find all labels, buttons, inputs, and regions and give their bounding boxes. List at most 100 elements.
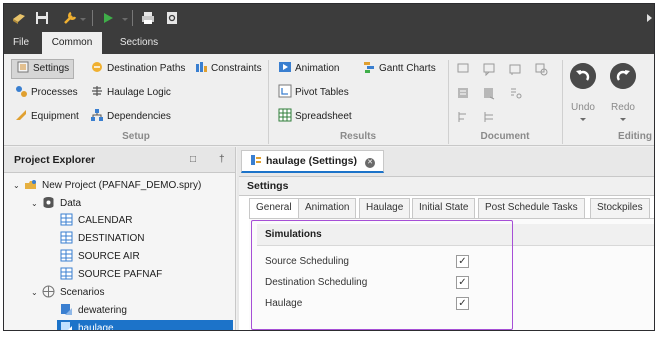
tab-file[interactable]: File bbox=[4, 32, 38, 54]
equipment-button[interactable]: Equipment bbox=[14, 108, 79, 126]
chevron-down-icon[interactable]: ⌄ bbox=[31, 200, 39, 208]
undo-label[interactable]: Undo bbox=[563, 102, 603, 113]
pin-panel-icon[interactable]: † bbox=[219, 154, 225, 165]
scenario-icon bbox=[61, 304, 72, 315]
undo-dropdown-icon[interactable] bbox=[580, 118, 586, 121]
general-pane: Simulations Source Scheduling ✓ Destinat… bbox=[249, 218, 654, 330]
simulations-header: Simulations bbox=[257, 224, 654, 246]
export-icon[interactable] bbox=[534, 62, 548, 76]
document-group-label: Document bbox=[480, 131, 530, 142]
quick-access-toolbar bbox=[4, 4, 654, 32]
source-scheduling-checkbox[interactable]: ✓ bbox=[456, 255, 469, 268]
tab-post-schedule-tasks[interactable]: Post Schedule Tasks bbox=[478, 198, 585, 218]
preview-icon[interactable] bbox=[164, 10, 180, 26]
customize-dropdown-icon[interactable] bbox=[80, 18, 86, 21]
undo-icon[interactable] bbox=[570, 63, 596, 89]
pivot-tables-button[interactable]: Pivot Tables bbox=[278, 84, 349, 102]
redo-icon[interactable] bbox=[610, 63, 636, 89]
tab-general[interactable]: General bbox=[249, 198, 299, 219]
tree-item-destination[interactable]: DESTINATION bbox=[60, 230, 144, 247]
haulage-logic-icon bbox=[92, 86, 102, 96]
spreadsheet-icon bbox=[278, 108, 292, 122]
gantt-charts-label: Gantt Charts bbox=[379, 63, 436, 74]
save-icon[interactable] bbox=[34, 10, 50, 26]
destination-scheduling-checkbox[interactable]: ✓ bbox=[456, 276, 469, 289]
toolbar-separator bbox=[132, 10, 133, 26]
document-tab[interactable]: haulage (Settings) ✕ bbox=[241, 150, 385, 173]
settings-section-title: Settings bbox=[239, 176, 654, 196]
tab-common[interactable]: Common bbox=[42, 32, 102, 54]
redo-dropdown-icon[interactable] bbox=[620, 118, 626, 121]
indent-icon[interactable] bbox=[482, 110, 496, 124]
application-window: File Common Sections Settings Processes … bbox=[3, 3, 655, 331]
database-icon bbox=[43, 197, 54, 208]
wrench-icon[interactable] bbox=[62, 10, 78, 26]
destination-paths-label: Destination Paths bbox=[107, 63, 186, 74]
constraints-icon bbox=[196, 62, 207, 72]
redo-label[interactable]: Redo bbox=[603, 102, 643, 113]
settings-body: General Animation Haulage Initial State … bbox=[239, 196, 654, 330]
destination-paths-button[interactable]: Destination Paths bbox=[90, 60, 185, 78]
tab-animation[interactable]: Animation bbox=[298, 198, 357, 218]
spreadsheet-label: Spreadsheet bbox=[295, 111, 352, 122]
tree-item-scenarios[interactable]: Scenarios bbox=[42, 284, 104, 301]
page-icon[interactable] bbox=[456, 62, 470, 76]
project-label: New Project (PAFNAF_DEMO.spry) bbox=[42, 180, 202, 191]
spreadsheet-button[interactable]: Spreadsheet bbox=[278, 108, 352, 126]
dependencies-icon bbox=[91, 109, 103, 121]
tree-item-source-pafnaf[interactable]: SOURCE PAFNAF bbox=[60, 266, 162, 283]
settings-document-icon bbox=[251, 155, 261, 165]
tab-stockpiles[interactable]: Stockpiles bbox=[590, 198, 650, 218]
project-explorer-panel: Project Explorer □ † ⌄ New Project (PAFN… bbox=[4, 147, 236, 330]
scenario-item-label: dewatering bbox=[78, 305, 127, 316]
constraints-label: Constraints bbox=[211, 63, 262, 74]
play-icon[interactable] bbox=[100, 10, 116, 26]
dependencies-button[interactable]: Dependencies bbox=[90, 108, 171, 126]
comment-icon[interactable] bbox=[482, 62, 496, 76]
settings-button[interactable]: Settings bbox=[11, 59, 75, 79]
close-icon[interactable]: ✕ bbox=[365, 158, 376, 168]
scenarios-label: Scenarios bbox=[60, 287, 105, 298]
source-scheduling-label: Source Scheduling bbox=[265, 256, 349, 267]
haulage-logic-label: Haulage Logic bbox=[107, 87, 171, 98]
equipment-icon bbox=[16, 110, 26, 120]
chevron-down-icon[interactable]: ⌄ bbox=[13, 182, 21, 190]
data-item-label: DESTINATION bbox=[78, 233, 145, 244]
notes-icon[interactable] bbox=[482, 86, 496, 100]
list-icon[interactable] bbox=[456, 86, 470, 100]
app-menu-icon[interactable] bbox=[11, 10, 27, 26]
tree-item-project[interactable]: New Project (PAFNAF_DEMO.spry) bbox=[24, 177, 201, 194]
tab-haulage[interactable]: Haulage bbox=[359, 198, 411, 218]
data-label: Data bbox=[60, 198, 82, 209]
ribbon: Settings Processes Equipment Destination… bbox=[4, 54, 654, 146]
tree-item-dewatering[interactable]: dewatering bbox=[60, 302, 127, 319]
table-icon bbox=[60, 249, 73, 262]
table-icon bbox=[60, 213, 73, 226]
gantt-charts-button[interactable]: Gantt Charts bbox=[362, 60, 436, 78]
haulage-logic-button[interactable]: Haulage Logic bbox=[90, 84, 171, 102]
project-icon bbox=[25, 180, 36, 189]
constraints-button[interactable]: Constraints bbox=[194, 60, 262, 78]
animation-button[interactable]: Animation bbox=[278, 60, 339, 78]
align-icon[interactable] bbox=[456, 110, 470, 124]
tab-sections[interactable]: Sections bbox=[108, 32, 170, 54]
tree-item-calendar[interactable]: CALENDAR bbox=[60, 212, 132, 229]
chevron-down-icon[interactable]: ⌄ bbox=[31, 289, 39, 297]
data-item-label: SOURCE PAFNAF bbox=[78, 269, 163, 280]
project-explorer-header: Project Explorer □ † bbox=[4, 147, 235, 173]
attach-icon[interactable] bbox=[508, 86, 522, 100]
tree-item-data[interactable]: Data bbox=[42, 195, 81, 212]
window-menu-icon[interactable] bbox=[647, 14, 652, 22]
tree-item-source-air[interactable]: SOURCE AIR bbox=[60, 248, 140, 265]
tree-item-haulage[interactable]: haulage bbox=[57, 320, 233, 330]
equipment-label: Equipment bbox=[31, 111, 79, 122]
print-icon[interactable] bbox=[140, 10, 156, 26]
run-dropdown-icon[interactable] bbox=[122, 18, 128, 21]
editing-group-label: Editing bbox=[618, 131, 652, 142]
haulage-checkbox[interactable]: ✓ bbox=[456, 297, 469, 310]
tab-initial-state[interactable]: Initial State bbox=[412, 198, 476, 218]
window-icon[interactable] bbox=[508, 62, 522, 76]
processes-button[interactable]: Processes bbox=[14, 84, 78, 102]
processes-label: Processes bbox=[31, 87, 78, 98]
maximize-panel-icon[interactable]: □ bbox=[190, 154, 196, 165]
